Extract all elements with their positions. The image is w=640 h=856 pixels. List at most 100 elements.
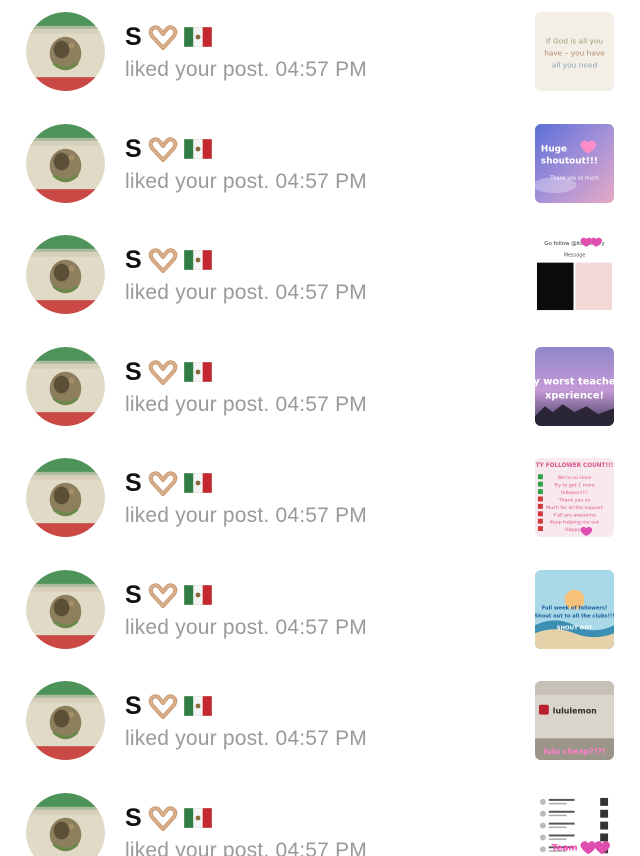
mexico-flag-emoji-icon	[183, 584, 212, 605]
notification-row[interactable]: S liked your post. 04:57 PM lululemon lul…	[0, 669, 640, 781]
username[interactable]: S	[125, 580, 142, 610]
username[interactable]: S	[125, 357, 142, 387]
mexican-flag-avatar-icon[interactable]	[26, 346, 105, 426]
svg-text:Try to get 1 more: Try to get 1 more	[553, 483, 595, 489]
username-line: S	[125, 580, 212, 610]
username-line: S	[125, 468, 212, 498]
svg-text:Thank you so much: Thank you so much	[549, 175, 598, 181]
username-line: S	[125, 803, 212, 833]
mexican-flag-avatar-icon[interactable]	[26, 123, 105, 203]
notification-row[interactable]: S liked your post. 04:57 PM Go follow @i…	[0, 223, 640, 335]
mexico-flag-emoji-icon	[183, 361, 212, 382]
post-thumbnail[interactable]: Go follow @itscherrrry Message	[535, 235, 614, 314]
notification-text: liked your post. 04:57 PM	[125, 393, 367, 417]
username-line: S	[125, 357, 212, 387]
mexico-flag-emoji-icon	[183, 249, 212, 271]
notification-text: liked your post. 04:57 PM	[125, 504, 367, 528]
svg-text:Y'all are awesome: Y'all are awesome	[552, 512, 596, 518]
notification-text: liked your post. 04:57 PM	[125, 170, 367, 194]
svg-text:Thank you so: Thank you so	[558, 497, 591, 503]
timestamp: 04:57 PM	[275, 169, 367, 193]
notification-row[interactable]: S liked your post. 04:57 PM Huge shoutout…	[0, 112, 640, 224]
mexico-flag-emoji-icon	[183, 695, 212, 717]
timestamp: 04:57 PM	[275, 58, 367, 81]
svg-text:have – you have: have – you have	[544, 48, 605, 57]
svg-text:Much for all the support: Much for all the support	[546, 505, 603, 511]
svg-text:If God is all you: If God is all you	[546, 37, 604, 46]
svg-text:Message: Message	[564, 253, 586, 259]
svg-text:shoutout!!!: shoutout!!!	[541, 156, 598, 166]
heart-hands-emoji-icon	[148, 470, 178, 496]
post-thumbnail[interactable]: Team	[535, 792, 614, 856]
notification-row[interactable]: S liked your post. 04:57 PM TY FOLLOWER …	[0, 446, 640, 558]
action-text: liked your post.	[125, 727, 270, 750]
notification-text: liked your post. 04:57 PM	[125, 58, 367, 82]
notification-row[interactable]: S liked your post. 04:57 PM y worst teac…	[0, 335, 640, 447]
mexico-flag-emoji-icon	[183, 807, 212, 828]
mexican-flag-avatar-icon[interactable]	[26, 12, 105, 91]
action-text: liked your post.	[125, 838, 270, 856]
post-thumbnail[interactable]: lululemon lulu cheap?!?!	[535, 681, 614, 760]
post-thumbnail[interactable]: y worst teache xperience!	[535, 346, 614, 426]
svg-text:SHOUT OUT: SHOUT OUT	[557, 625, 593, 631]
svg-text:Keep helping me out: Keep helping me out	[550, 520, 599, 526]
svg-text:Shout out to all the clubs!!!: Shout out to all the clubs!!!	[535, 613, 614, 619]
timestamp: 04:57 PM	[275, 727, 367, 750]
post-thumbnail[interactable]: Huge shoutout!!! Thank you so much	[535, 123, 614, 203]
svg-text:xperience!: xperience!	[545, 390, 604, 401]
timestamp: 04:57 PM	[275, 615, 367, 639]
mexican-flag-avatar-icon[interactable]	[26, 235, 105, 314]
notifications-screen: S liked your post. 04:57 PM If God is al…	[0, 0, 640, 856]
heart-hands-emoji-icon	[148, 582, 178, 608]
svg-text:Team: Team	[552, 843, 578, 853]
heart-hands-emoji-icon	[148, 247, 178, 273]
mexican-flag-avatar-icon[interactable]	[26, 792, 105, 856]
mexican-flag-avatar-icon[interactable]	[26, 458, 105, 537]
notification-row[interactable]: S liked your post. 04:57 PM Team	[0, 781, 640, 856]
timestamp: 04:57 PM	[275, 281, 367, 304]
svg-text:Huge: Huge	[541, 144, 567, 154]
notification-text: liked your post. 04:57 PM	[125, 839, 367, 856]
action-text: liked your post.	[125, 281, 270, 304]
notification-text: liked your post. 04:57 PM	[125, 616, 367, 640]
notification-text: liked your post. 04:57 PM	[125, 281, 367, 305]
action-text: liked your post.	[125, 504, 270, 527]
heart-hands-emoji-icon	[148, 359, 178, 385]
username[interactable]: S	[125, 245, 142, 275]
notification-row[interactable]: S liked your post. 04:57 PM If God is al…	[0, 0, 640, 112]
svg-text:followers!!!: followers!!!	[561, 490, 588, 496]
timestamp: 04:57 PM	[275, 838, 367, 856]
heart-hands-emoji-icon	[148, 693, 178, 719]
heart-hands-emoji-icon	[148, 24, 178, 50]
mexico-flag-emoji-icon	[183, 138, 212, 159]
action-text: liked your post.	[125, 615, 270, 639]
username-line: S	[125, 245, 212, 275]
username-line: S	[125, 22, 212, 52]
notification-text: liked your post. 04:57 PM	[125, 727, 367, 751]
action-text: liked your post.	[125, 169, 270, 193]
heart-hands-emoji-icon	[148, 136, 178, 162]
username[interactable]: S	[125, 134, 142, 164]
mexican-flag-avatar-icon[interactable]	[26, 569, 105, 649]
svg-text:Full week of followers!: Full week of followers!	[542, 605, 608, 611]
post-thumbnail[interactable]: TY FOLLOWER COUNT!!! We're so close Try to…	[535, 458, 614, 537]
timestamp: 04:57 PM	[275, 504, 367, 527]
svg-text:all you need: all you need	[552, 60, 598, 69]
post-thumbnail[interactable]: If God is all you have – you have all you …	[535, 12, 614, 91]
post-thumbnail[interactable]: Full week of followers! Shout out to all …	[535, 569, 614, 649]
mexican-flag-avatar-icon[interactable]	[26, 681, 105, 760]
notification-row[interactable]: S liked your post. 04:57 PM Full week of…	[0, 558, 640, 670]
timestamp: 04:57 PM	[275, 392, 367, 416]
username[interactable]: S	[125, 468, 142, 498]
mexico-flag-emoji-icon	[183, 26, 212, 48]
action-text: liked your post.	[125, 392, 270, 416]
svg-text:lululemon: lululemon	[553, 707, 597, 716]
heart-hands-emoji-icon	[148, 805, 178, 831]
svg-text:y worst teache: y worst teache	[535, 376, 614, 387]
username[interactable]: S	[125, 691, 142, 721]
svg-text:We're so close: We're so close	[558, 475, 592, 481]
username[interactable]: S	[125, 22, 142, 52]
username[interactable]: S	[125, 803, 142, 833]
svg-text:lulu cheap?!?!: lulu cheap?!?!	[543, 747, 605, 756]
svg-text:TY FOLLOWER COUNT!!!: TY FOLLOWER COUNT!!!	[536, 463, 614, 469]
